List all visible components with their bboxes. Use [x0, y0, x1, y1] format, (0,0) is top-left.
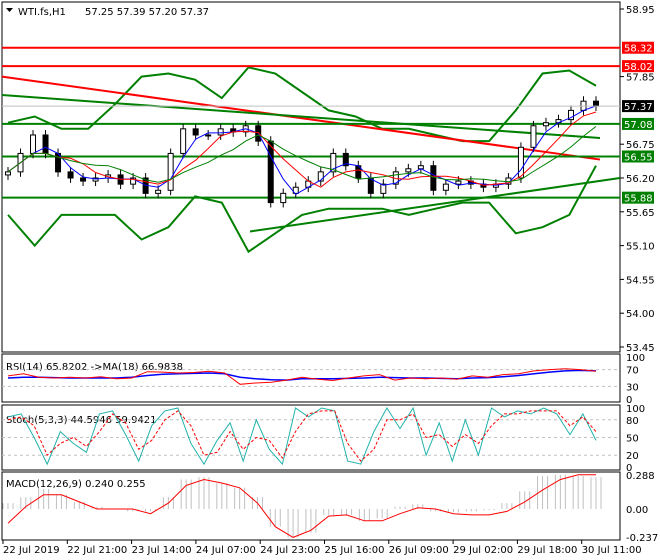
time-label: 30 Jul 11:00: [582, 545, 642, 556]
price-tick-label: 55.65: [626, 208, 655, 219]
axis-label: 0.00: [626, 505, 648, 516]
symbol-label: WTI.fs,H1: [18, 7, 66, 18]
axis-label: 80: [626, 416, 639, 427]
price-tick-label: 57.85: [626, 73, 655, 84]
candle-body: [455, 180, 462, 185]
price-tick-label: 54.00: [626, 309, 655, 320]
candle-body: [542, 122, 549, 127]
axis-label: 50: [626, 434, 639, 445]
macd-label: MACD(12,26,9) 0.240 0.255: [6, 479, 146, 490]
price-tick-label: 55.10: [626, 242, 655, 253]
candle-body: [442, 183, 449, 191]
rsi-label: RSI(14) 65.8202 ->MA(18) 66.9838: [6, 362, 183, 373]
time-label: 22 Jul 21:00: [67, 545, 127, 556]
header: WTI.fs,H1 57.25 57.39 57.20 57.37: [6, 7, 209, 18]
level-label: 55.88: [624, 194, 653, 205]
candle-body: [180, 128, 187, 154]
candle-body: [405, 168, 412, 173]
price-tick-label: 58.95: [626, 5, 655, 16]
time-label: 24 Jul 23:00: [260, 545, 320, 556]
ma-slow: [7, 126, 597, 183]
candle-body: [155, 189, 162, 194]
dropdown-triangle-icon[interactable]: [6, 8, 13, 12]
candle-body: [593, 100, 599, 107]
time-label: 24 Jul 07:00: [196, 545, 256, 556]
candle-body: [192, 128, 199, 136]
time-label: 22 Jul 2019: [3, 545, 60, 556]
axis-label: 100: [626, 353, 645, 364]
axis-label: 20: [626, 451, 639, 462]
price-tick-label: 56.20: [626, 174, 655, 185]
price-tick-label: 54.55: [626, 275, 655, 286]
axis-label: 0.288: [626, 471, 655, 482]
level-label: 56.55: [624, 152, 653, 163]
candle-body: [5, 171, 11, 176]
axis-label: 100: [626, 404, 645, 415]
chart-canvas[interactable]: WTI.fs,H1 57.25 57.39 57.20 57.37 RSI(14…: [0, 0, 660, 560]
candle-body: [167, 152, 174, 191]
time-label: 26 Jul 09:00: [389, 545, 449, 556]
level-label: 58.32: [624, 44, 653, 55]
axis-label: 30: [626, 382, 639, 393]
trading-chart-window: WTI.fs,H1 57.25 57.39 57.20 57.37 RSI(14…: [0, 0, 660, 560]
time-label: 23 Jul 14:00: [132, 545, 192, 556]
candle-body: [80, 177, 87, 182]
candle-body: [267, 140, 274, 204]
level-label: 58.02: [624, 62, 653, 73]
panel-frame: [1, 1, 621, 353]
time-label: 29 Jul 18:00: [517, 545, 577, 556]
candle-body: [530, 125, 537, 148]
candle-body: [205, 134, 212, 137]
level-label: 57.08: [624, 120, 653, 131]
bollinger-upper: [7, 66, 597, 143]
axis-label: -0.237: [626, 533, 658, 544]
price-tick-label: 56.75: [626, 140, 655, 151]
current-price-label: 57.37: [624, 102, 653, 113]
candle-body: [42, 134, 49, 154]
ohlc-values: 57.25 57.39 57.20 57.37: [85, 7, 209, 18]
candle-body: [30, 134, 37, 154]
candle-body: [217, 128, 224, 136]
candle-body: [280, 192, 287, 204]
time-label: 29 Jul 02:00: [453, 545, 513, 556]
candle-body: [67, 171, 74, 179]
time-label: 25 Jul 16:00: [325, 545, 385, 556]
axis-label: 70: [626, 366, 639, 377]
candle-body: [517, 146, 524, 179]
stoch-label: Stoch(5,3,3) 44.5946 59.9421: [6, 415, 157, 426]
